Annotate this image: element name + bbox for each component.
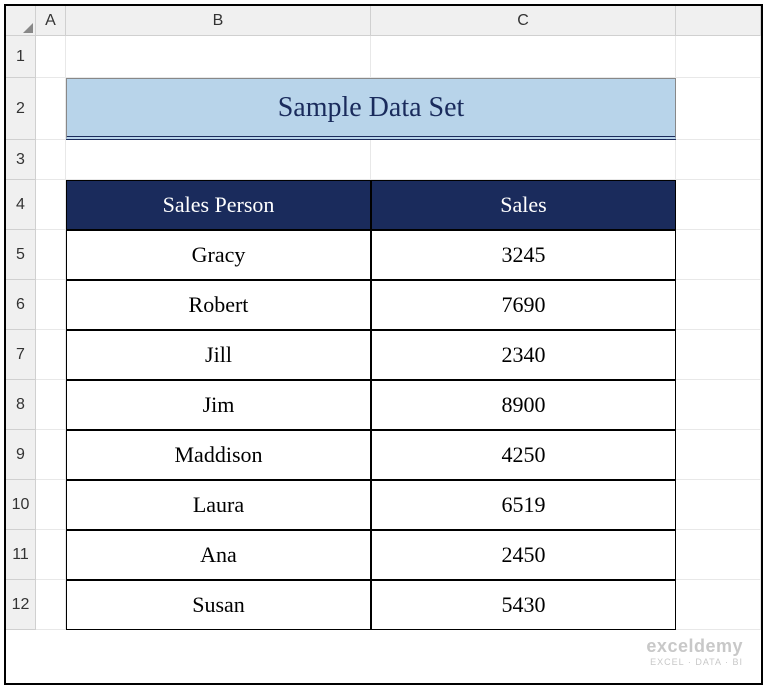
cell-d11[interactable] <box>676 530 761 580</box>
table-row[interactable]: Jill <box>66 330 371 380</box>
table-row[interactable]: 3245 <box>371 230 676 280</box>
watermark: exceldemy EXCEL · DATA · BI <box>646 636 743 667</box>
spreadsheet-frame: A B C 1 2 Sample Data Set 3 4 Sales Pers… <box>4 4 763 685</box>
table-header-person[interactable]: Sales Person <box>66 180 371 230</box>
table-header-sales[interactable]: Sales <box>371 180 676 230</box>
table-row[interactable]: 2450 <box>371 530 676 580</box>
table-row[interactable]: Robert <box>66 280 371 330</box>
cell-d8[interactable] <box>676 380 761 430</box>
cell-a1[interactable] <box>36 36 66 78</box>
cell-d12[interactable] <box>676 580 761 630</box>
table-row[interactable]: Susan <box>66 580 371 630</box>
row-header-3[interactable]: 3 <box>6 140 36 180</box>
row-header-5[interactable]: 5 <box>6 230 36 280</box>
cell-c1[interactable] <box>371 36 676 78</box>
cell-a6[interactable] <box>36 280 66 330</box>
row-header-7[interactable]: 7 <box>6 330 36 380</box>
table-row[interactable]: 6519 <box>371 480 676 530</box>
select-all-corner[interactable] <box>6 6 36 36</box>
cell-a8[interactable] <box>36 380 66 430</box>
row-header-11[interactable]: 11 <box>6 530 36 580</box>
watermark-brand: exceldemy <box>646 636 743 657</box>
cell-d9[interactable] <box>676 430 761 480</box>
table-row[interactable]: Jim <box>66 380 371 430</box>
row-header-6[interactable]: 6 <box>6 280 36 330</box>
cell-d6[interactable] <box>676 280 761 330</box>
cell-d3[interactable] <box>676 140 761 180</box>
cell-c3[interactable] <box>371 140 676 180</box>
table-row[interactable]: 7690 <box>371 280 676 330</box>
row-header-1[interactable]: 1 <box>6 36 36 78</box>
watermark-tag: EXCEL · DATA · BI <box>646 657 743 667</box>
cell-a3[interactable] <box>36 140 66 180</box>
cell-a11[interactable] <box>36 530 66 580</box>
cell-d2[interactable] <box>676 78 761 140</box>
cell-a10[interactable] <box>36 480 66 530</box>
row-header-2[interactable]: 2 <box>6 78 36 140</box>
cell-b1[interactable] <box>66 36 371 78</box>
spreadsheet-grid: A B C 1 2 Sample Data Set 3 4 Sales Pers… <box>6 6 761 630</box>
cell-d7[interactable] <box>676 330 761 380</box>
cell-a12[interactable] <box>36 580 66 630</box>
row-header-12[interactable]: 12 <box>6 580 36 630</box>
col-header-b[interactable]: B <box>66 6 371 36</box>
table-row[interactable]: Maddison <box>66 430 371 480</box>
cell-a2[interactable] <box>36 78 66 140</box>
table-row[interactable]: 4250 <box>371 430 676 480</box>
table-row[interactable]: 5430 <box>371 580 676 630</box>
cell-a9[interactable] <box>36 430 66 480</box>
title-cell[interactable]: Sample Data Set <box>66 78 676 140</box>
row-header-9[interactable]: 9 <box>6 430 36 480</box>
table-row[interactable]: Laura <box>66 480 371 530</box>
table-row[interactable]: Gracy <box>66 230 371 280</box>
cell-b3[interactable] <box>66 140 371 180</box>
table-row[interactable]: 2340 <box>371 330 676 380</box>
row-header-8[interactable]: 8 <box>6 380 36 430</box>
cell-d1[interactable] <box>676 36 761 78</box>
cell-a5[interactable] <box>36 230 66 280</box>
cell-a4[interactable] <box>36 180 66 230</box>
table-row[interactable]: 8900 <box>371 380 676 430</box>
col-header-d[interactable] <box>676 6 761 36</box>
cell-a7[interactable] <box>36 330 66 380</box>
col-header-a[interactable]: A <box>36 6 66 36</box>
cell-d4[interactable] <box>676 180 761 230</box>
cell-d5[interactable] <box>676 230 761 280</box>
row-header-4[interactable]: 4 <box>6 180 36 230</box>
cell-d10[interactable] <box>676 480 761 530</box>
table-row[interactable]: Ana <box>66 530 371 580</box>
col-header-c[interactable]: C <box>371 6 676 36</box>
row-header-10[interactable]: 10 <box>6 480 36 530</box>
